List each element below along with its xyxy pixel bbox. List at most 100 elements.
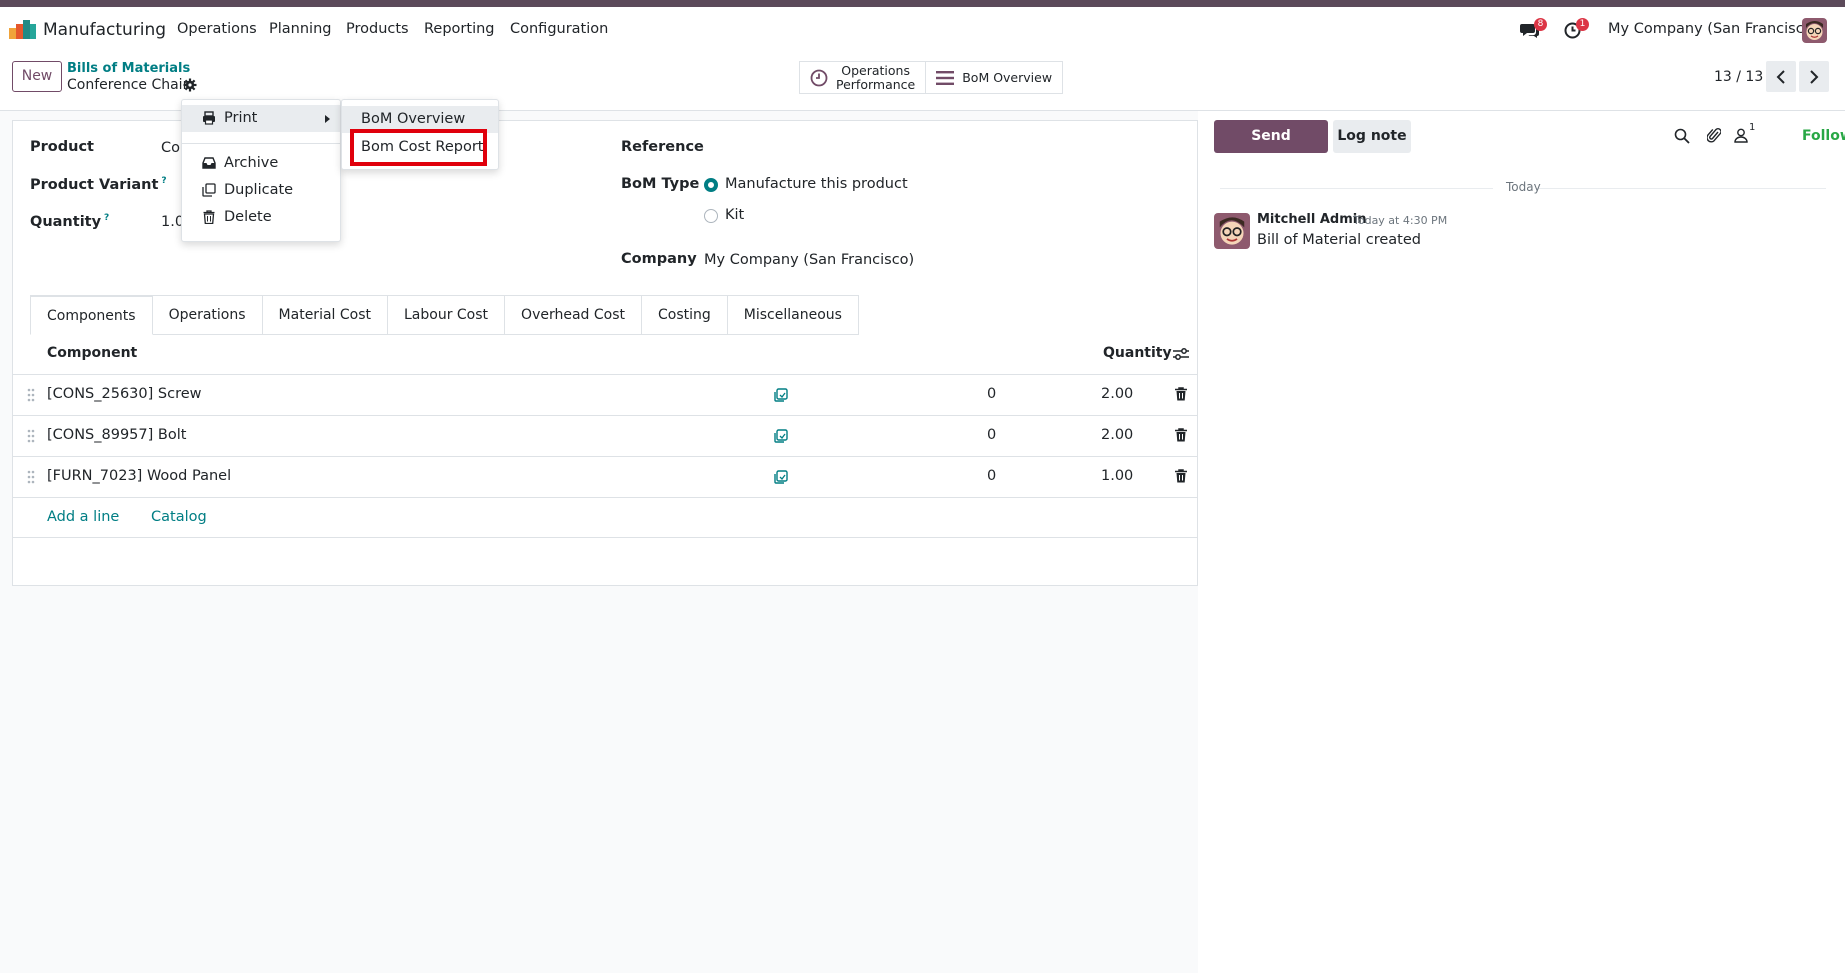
log-note-button[interactable]: Log note xyxy=(1333,120,1411,153)
followers-icon[interactable] xyxy=(1734,128,1748,143)
reference-label: Reference xyxy=(621,139,704,155)
list-icon xyxy=(936,70,955,85)
messages-button[interactable]: 8 xyxy=(1518,7,1548,53)
company-label: Company xyxy=(621,251,697,267)
add-a-line-link[interactable]: Add a line xyxy=(47,509,119,525)
bom-overview-label: BoM Overview xyxy=(962,70,1053,85)
component-availability: 0 xyxy=(987,386,997,402)
component-name[interactable]: [CONS_25630] Screw xyxy=(47,386,202,402)
replenish-icon[interactable] xyxy=(774,388,788,402)
pager-value[interactable]: 13 / 13 xyxy=(1714,69,1763,85)
component-name[interactable]: [CONS_89957] Bolt xyxy=(47,427,186,443)
tab-miscellaneous[interactable]: Miscellaneous xyxy=(727,295,859,335)
activities-badge: 1 xyxy=(1576,18,1589,31)
help-tooltip-icon[interactable]: ? xyxy=(104,213,109,223)
tab-overhead-cost[interactable]: Overhead Cost xyxy=(505,295,643,335)
replenish-icon[interactable] xyxy=(774,470,788,484)
replenish-icon[interactable] xyxy=(774,429,788,443)
user-avatar-icon xyxy=(1214,213,1250,249)
manufacturing-app-icon[interactable] xyxy=(9,19,36,39)
drag-handle-icon[interactable] xyxy=(27,388,35,402)
print-menu-item[interactable]: Print xyxy=(182,105,340,132)
component-quantity[interactable]: 2.00 xyxy=(1101,427,1133,443)
operations-performance-button[interactable]: Operations Performance xyxy=(800,62,925,93)
archive-icon xyxy=(202,157,216,169)
drag-handle-icon[interactable] xyxy=(27,470,35,484)
gear-icon[interactable] xyxy=(183,78,197,92)
menu-planning[interactable]: Planning xyxy=(269,21,331,37)
component-name[interactable]: [FURN_7023] Wood Panel xyxy=(47,468,231,484)
column-quantity[interactable]: Quantity xyxy=(1103,345,1172,361)
search-icon[interactable] xyxy=(1674,128,1690,144)
user-avatar-icon xyxy=(1802,18,1827,43)
trash-icon[interactable] xyxy=(1175,387,1187,401)
message-body: Bill of Material created xyxy=(1257,232,1421,248)
column-component[interactable]: Component xyxy=(47,345,137,361)
action-menu-dropdown: Print Archive Duplicate Delete xyxy=(181,99,341,242)
message-time: Today at 4:30 PM xyxy=(1353,214,1448,227)
followers-count: 1 xyxy=(1749,122,1756,133)
pager-next-button[interactable] xyxy=(1799,61,1829,92)
duplicate-menu-item[interactable]: Duplicate xyxy=(182,177,340,204)
copy-icon xyxy=(202,183,216,197)
trash-icon xyxy=(203,210,215,224)
date-divider-right xyxy=(1536,188,1826,189)
breadcrumb-current-record: Conference Chair xyxy=(67,77,189,93)
table-row[interactable]: [CONS_89957] Bolt 0 2.00 xyxy=(13,416,1197,457)
component-quantity[interactable]: 1.00 xyxy=(1101,468,1133,484)
component-availability: 0 xyxy=(987,427,997,443)
message-author-avatar[interactable] xyxy=(1214,213,1250,249)
drag-handle-icon[interactable] xyxy=(27,429,35,443)
tab-costing[interactable]: Costing xyxy=(642,295,728,335)
column-settings-icon[interactable] xyxy=(1173,347,1189,361)
new-button[interactable]: New xyxy=(12,61,62,92)
notebook-tabs: Components Operations Material Cost Labo… xyxy=(30,295,859,335)
trash-icon[interactable] xyxy=(1175,428,1187,442)
catalog-link[interactable]: Catalog xyxy=(151,509,207,525)
trash-icon[interactable] xyxy=(1175,469,1187,483)
archive-menu-item[interactable]: Archive xyxy=(182,150,340,177)
tab-material-cost[interactable]: Material Cost xyxy=(262,295,388,335)
menu-products[interactable]: Products xyxy=(346,21,409,37)
quantity-label: Quantity? xyxy=(30,213,110,230)
paperclip-icon[interactable] xyxy=(1707,126,1721,144)
user-avatar[interactable] xyxy=(1802,18,1827,43)
bom-type-kit-label[interactable]: Kit xyxy=(725,207,744,223)
top-stripe xyxy=(0,0,1845,7)
operations-performance-line1: Operations xyxy=(841,62,910,78)
table-row[interactable]: [CONS_25630] Screw 0 2.00 xyxy=(13,375,1197,416)
pager-previous-button[interactable] xyxy=(1766,61,1796,92)
company-field[interactable]: My Company (San Francisco) xyxy=(704,252,914,268)
help-tooltip-icon[interactable]: ? xyxy=(161,176,166,186)
smart-buttons: Operations Performance BoM Overview xyxy=(799,61,1064,94)
bom-type-manufacture-label[interactable]: Manufacture this product xyxy=(725,176,908,192)
menu-divider xyxy=(182,143,340,144)
menu-reporting[interactable]: Reporting xyxy=(424,21,495,37)
bom-type-kit-radio[interactable] xyxy=(704,209,718,223)
delete-menu-item[interactable]: Delete xyxy=(182,204,340,231)
product-field[interactable]: Co xyxy=(161,140,180,156)
component-quantity[interactable]: 2.00 xyxy=(1101,386,1133,402)
breadcrumb-bills-of-materials[interactable]: Bills of Materials xyxy=(67,61,190,76)
send-message-button[interactable]: Send message xyxy=(1214,120,1328,177)
app-name[interactable]: Manufacturing xyxy=(43,20,166,40)
company-switcher[interactable]: My Company (San Francisco) xyxy=(1608,21,1818,37)
bom-type-label: BoM Type xyxy=(621,176,700,192)
tab-labour-cost[interactable]: Labour Cost xyxy=(388,295,506,335)
activities-button[interactable]: 1 xyxy=(1562,7,1592,53)
product-variant-label: Product Variant? xyxy=(30,176,167,193)
bom-overview-button[interactable]: BoM Overview xyxy=(925,62,1062,93)
menu-operations[interactable]: Operations xyxy=(177,21,257,37)
table-add-row: Add a line Catalog xyxy=(13,498,1197,538)
table-row[interactable]: [FURN_7023] Wood Panel 0 1.00 xyxy=(13,457,1197,498)
following-button[interactable]: Following xyxy=(1802,128,1845,144)
tab-operations[interactable]: Operations xyxy=(152,295,263,335)
menu-configuration[interactable]: Configuration xyxy=(510,21,608,37)
operations-performance-line2: Performance xyxy=(836,76,916,92)
message-author[interactable]: Mitchell Admin xyxy=(1257,212,1366,227)
tab-components[interactable]: Components xyxy=(30,295,153,335)
clock-icon xyxy=(810,69,828,86)
bom-type-manufacture-radio[interactable] xyxy=(704,178,718,192)
component-availability: 0 xyxy=(987,468,997,484)
printer-icon xyxy=(203,111,215,125)
